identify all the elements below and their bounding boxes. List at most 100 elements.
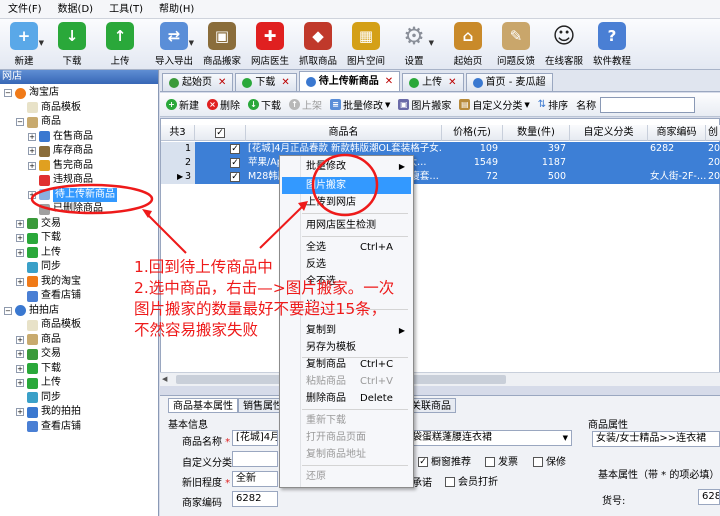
tree-item-21[interactable]: 同步 — [16, 391, 61, 406]
chevron-down-icon[interactable]: ▼ — [189, 39, 194, 47]
tree-item-16[interactable]: 商品模板 — [16, 318, 81, 333]
column-header-0[interactable]: 共3 — [161, 125, 195, 141]
help-button[interactable]: ? 软件教程 — [588, 19, 636, 70]
expand-icon[interactable]: + — [16, 219, 24, 228]
expand-icon[interactable]: + — [16, 335, 24, 344]
tree-item-1[interactable]: 商品模板 — [16, 101, 81, 116]
category-select[interactable]: 袋蛋糕蓬腰连衣裙 ▼ — [408, 430, 572, 446]
horizontal-scrollbar[interactable]: ◀ — [160, 372, 720, 386]
menu-item-4[interactable]: 用网店医生检测 — [282, 217, 411, 234]
expand-icon[interactable]: + — [16, 234, 24, 243]
menu-item-2[interactable]: 工具(T) — [101, 0, 151, 19]
tab-basic-attributes[interactable]: 商品基本属性 — [168, 398, 238, 413]
tab-1[interactable]: 下载 ✕ — [235, 73, 297, 92]
tree-item-17[interactable]: + 商品 — [16, 333, 61, 348]
tree-item-6[interactable]: 违规商品 — [28, 173, 93, 188]
invoice-checkbox[interactable]: 发票 — [485, 453, 518, 468]
custom-category-select[interactable] — [232, 451, 278, 467]
row-checkbox[interactable]: ✓ — [230, 158, 240, 168]
close-icon[interactable]: ✕ — [281, 74, 289, 92]
tree-item-0[interactable]: − 淘宝店 — [4, 86, 59, 101]
menu-item-0[interactable]: 批量修改 ▶ — [282, 158, 411, 175]
list-button[interactable]: ↑ 上架 — [289, 97, 322, 112]
home-button[interactable]: ⌂ 起始页 — [444, 19, 492, 70]
chevron-down-icon[interactable]: ▼ — [39, 39, 44, 47]
batch-edit-button[interactable]: ≡ 批量修改 ▼ — [330, 97, 390, 112]
delete-button[interactable]: × 删除 — [207, 97, 240, 112]
menu-item-3[interactable]: 帮助(H) — [151, 0, 202, 19]
warranty-checkbox[interactable]: 保修 — [533, 453, 566, 468]
tree-item-3[interactable]: + 在售商品 — [28, 130, 93, 145]
tree-item-15[interactable]: − 拍拍店 — [4, 304, 59, 319]
menu-item-16[interactable]: 删除商品 Delete — [282, 390, 411, 407]
merchant-code-input[interactable]: 6282 — [232, 491, 278, 507]
menu-item-12[interactable]: 另存为模板 — [282, 339, 411, 356]
menu-item-2[interactable]: 上传到网店 — [282, 194, 411, 211]
name-search-input[interactable] — [600, 96, 696, 113]
chevron-down-icon[interactable]: ▼ — [429, 39, 434, 47]
tree-item-10[interactable]: + 下载 — [16, 231, 61, 246]
custom-category-button[interactable]: ▤ 自定义分类 ▼ — [459, 97, 530, 112]
qq-support-button[interactable]: ☺ 在线客服 — [540, 19, 588, 70]
tree-item-19[interactable]: + 下载 — [16, 362, 61, 377]
image-move-button[interactable]: ▣ 图片搬家 — [398, 97, 451, 112]
tree-item-23[interactable]: 查看店铺 — [16, 420, 81, 435]
upload-button[interactable]: ↑ 上传 — [96, 19, 144, 70]
close-icon[interactable]: ✕ — [385, 73, 393, 91]
member-discount-checkbox[interactable]: 会员打折 — [445, 473, 498, 488]
download-button[interactable]: ↓ 下载 — [48, 19, 96, 70]
window-recommend-checkbox[interactable]: ✓ 橱窗推荐 — [418, 453, 471, 468]
expand-icon[interactable]: + — [16, 248, 24, 257]
tree-item-14[interactable]: 查看店铺 — [16, 289, 81, 304]
menu-item-1[interactable]: 数据(D) — [50, 0, 102, 19]
tree-item-13[interactable]: + 我的淘宝 — [16, 275, 81, 290]
sort-button[interactable]: ⇅ 排序 — [538, 97, 568, 112]
tree-item-11[interactable]: + 上传 — [16, 246, 61, 261]
menu-item-6[interactable]: 全选 Ctrl+A — [282, 239, 411, 256]
column-header-2[interactable]: 商品名 — [246, 125, 442, 141]
row-checkbox[interactable]: ✓ — [230, 144, 240, 154]
expand-icon[interactable]: + — [16, 277, 24, 286]
new-button[interactable]: + 新建 — [166, 97, 199, 112]
move-goods-button[interactable]: ▣ 商品搬家 — [198, 19, 246, 70]
menu-item-0[interactable]: 文件(F) — [0, 0, 50, 19]
tree-item-2[interactable]: − 商品 — [16, 115, 61, 130]
menu-item-1[interactable]: 图片搬家 — [282, 177, 411, 194]
props-category-select[interactable]: 女装/女士精品>>连衣裙 — [592, 431, 720, 447]
collapse-icon[interactable]: − — [16, 118, 24, 127]
table-row[interactable]: 1 ✓ [花城]4月正品春款 新款韩版潮OL套装格子女… 109 397 6282 201 — [161, 142, 720, 156]
column-header-1[interactable]: ✓ — [195, 125, 246, 141]
doctor-button[interactable]: ✚ 网店医生 — [246, 19, 294, 70]
column-header-4[interactable]: 数量(件) — [503, 125, 570, 141]
table-row[interactable]: 3▶✓M28韩版 夏季新款 蕾丝拼接 衬衫领显瘦套…72500女人街-2F-…2… — [161, 170, 720, 184]
grab-goods-button[interactable]: ◆ 抓取商品 — [294, 19, 342, 70]
tree-item-5[interactable]: + 售完商品 — [28, 159, 93, 174]
new-doc-button[interactable]: + 新建 ▼ — [0, 19, 48, 70]
column-header-3[interactable]: 价格(元) — [442, 125, 503, 141]
menu-item-14[interactable]: 复制商品 Ctrl+C — [282, 356, 411, 373]
tab-2[interactable]: 待上传新商品 ✕ — [298, 71, 401, 91]
expand-icon[interactable]: + — [28, 161, 36, 170]
row-checkbox[interactable]: ✓ — [230, 172, 240, 182]
goods-name-input[interactable]: [花城]4月正 — [232, 430, 278, 446]
feedback-button[interactable]: ✎ 问题反馈 — [492, 19, 540, 70]
tree-item-9[interactable]: + 交易 — [16, 217, 61, 232]
tree-item-22[interactable]: + 我的拍拍 — [16, 405, 81, 420]
column-header-7[interactable]: 创 — [706, 125, 720, 141]
table-row[interactable]: 2✓苹果/Apple iPhone 4S手机 移动联通大…15491187201 — [161, 156, 720, 170]
close-icon[interactable]: ✕ — [218, 74, 226, 92]
close-icon[interactable]: ✕ — [448, 74, 456, 92]
tree-item-20[interactable]: + 上传 — [16, 376, 61, 391]
tree-item-12[interactable]: 同步 — [16, 260, 61, 275]
select-all-checkbox[interactable]: ✓ — [215, 128, 225, 138]
collapse-icon[interactable]: − — [4, 89, 12, 98]
download-button[interactable]: ↓ 下载 — [248, 97, 281, 112]
huohao-input[interactable]: 6282 — [698, 489, 720, 505]
column-header-5[interactable]: 自定义分类 — [570, 125, 648, 141]
condition-select[interactable]: 全新 — [232, 471, 278, 487]
tab-3[interactable]: 上传 ✕ — [402, 73, 464, 92]
tree-item-4[interactable]: + 库存商品 — [28, 144, 93, 159]
collapse-icon[interactable]: − — [4, 306, 12, 315]
expand-icon[interactable]: + — [28, 147, 36, 156]
expand-icon[interactable]: + — [16, 408, 24, 417]
